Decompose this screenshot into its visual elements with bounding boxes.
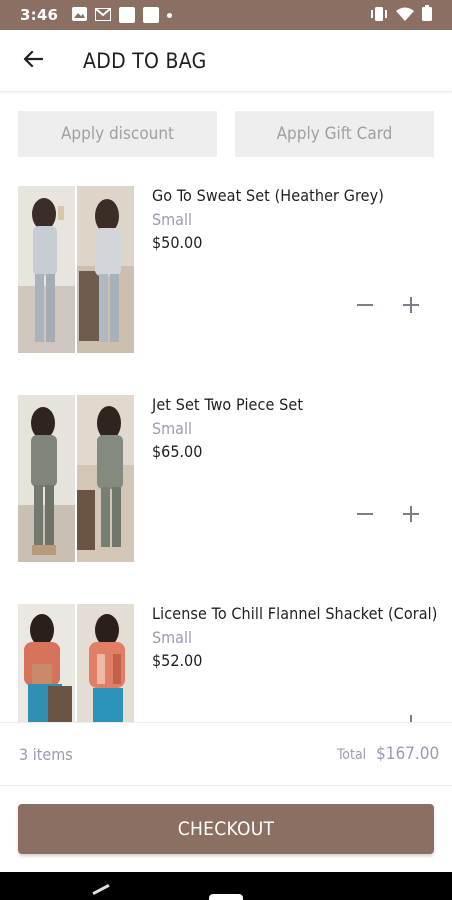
product-photo bbox=[77, 395, 134, 562]
system-icons bbox=[370, 5, 432, 25]
increase-quantity-button[interactable] bbox=[400, 294, 422, 316]
battery-icon bbox=[422, 5, 432, 25]
mail-icon bbox=[94, 6, 113, 25]
product-photo bbox=[18, 395, 75, 562]
system-navigation-bar bbox=[0, 872, 452, 900]
app-notification-icon bbox=[119, 7, 136, 23]
quantity-stepper bbox=[354, 503, 424, 527]
total-value: $167.00 bbox=[376, 744, 440, 764]
product-photo bbox=[18, 186, 75, 353]
item-price: $52.00 bbox=[152, 651, 203, 670]
item-name: Go To Sweat Set (Heather Grey) bbox=[152, 186, 384, 205]
minus-icon bbox=[354, 712, 376, 722]
plus-icon bbox=[403, 506, 419, 522]
decrease-quantity-button[interactable] bbox=[354, 294, 376, 316]
quantity-stepper bbox=[354, 712, 424, 722]
plus-icon bbox=[403, 715, 419, 722]
nav-back-icon[interactable] bbox=[92, 883, 110, 896]
apply-discount-button[interactable]: Apply discount bbox=[18, 111, 217, 157]
item-size: Small bbox=[152, 210, 192, 229]
cart-item-list[interactable]: Go To Sweat Set (Heather Grey) Small $50… bbox=[0, 186, 452, 722]
app-notification-icon bbox=[143, 7, 160, 23]
notification-icons bbox=[72, 6, 173, 25]
more-notifications-icon bbox=[167, 12, 173, 18]
product-photo bbox=[77, 186, 134, 353]
cart-item: Go To Sweat Set (Heather Grey) Small $50… bbox=[0, 186, 452, 354]
minus-icon bbox=[357, 513, 373, 515]
item-count: 3 items bbox=[19, 745, 73, 764]
app-bar: ADD TO BAG bbox=[0, 30, 452, 92]
checkout-button[interactable]: CHECKOUT bbox=[18, 804, 434, 854]
back-button[interactable] bbox=[18, 46, 48, 76]
product-image[interactable] bbox=[18, 604, 134, 722]
item-price: $50.00 bbox=[152, 233, 203, 252]
increase-quantity-button[interactable] bbox=[400, 712, 422, 722]
product-photo bbox=[77, 604, 134, 722]
item-price: $65.00 bbox=[152, 442, 203, 461]
wifi-icon bbox=[396, 6, 414, 25]
item-name: License To Chill Flannel Shacket (Coral) bbox=[152, 604, 438, 623]
vibrate-icon bbox=[370, 6, 388, 25]
decrease-quantity-button[interactable] bbox=[354, 712, 376, 722]
total-label: Total bbox=[337, 747, 367, 763]
cart-item: Jet Set Two Piece Set Small $65.00 bbox=[0, 395, 452, 563]
minus-icon bbox=[357, 304, 373, 306]
page-title: ADD TO BAG bbox=[83, 48, 207, 73]
product-image[interactable] bbox=[18, 186, 134, 353]
item-size: Small bbox=[152, 419, 192, 438]
image-icon bbox=[72, 6, 88, 25]
item-size: Small bbox=[152, 628, 192, 647]
plus-icon bbox=[403, 297, 419, 313]
nav-home-icon[interactable] bbox=[209, 894, 243, 900]
order-summary: 3 items Total $167.00 bbox=[0, 722, 452, 786]
action-row: Apply discount Apply Gift Card bbox=[18, 111, 434, 157]
item-name: Jet Set Two Piece Set bbox=[152, 395, 304, 414]
apply-gift-card-button[interactable]: Apply Gift Card bbox=[235, 111, 434, 157]
arrow-left-icon bbox=[23, 50, 44, 72]
decrease-quantity-button[interactable] bbox=[354, 503, 376, 525]
cart-item: License To Chill Flannel Shacket (Coral)… bbox=[0, 604, 452, 722]
increase-quantity-button[interactable] bbox=[400, 503, 422, 525]
status-time: 3:46 bbox=[20, 6, 59, 24]
quantity-stepper bbox=[354, 294, 424, 318]
product-photo bbox=[18, 604, 75, 722]
status-bar: 3:46 bbox=[0, 0, 452, 30]
product-image[interactable] bbox=[18, 395, 134, 562]
